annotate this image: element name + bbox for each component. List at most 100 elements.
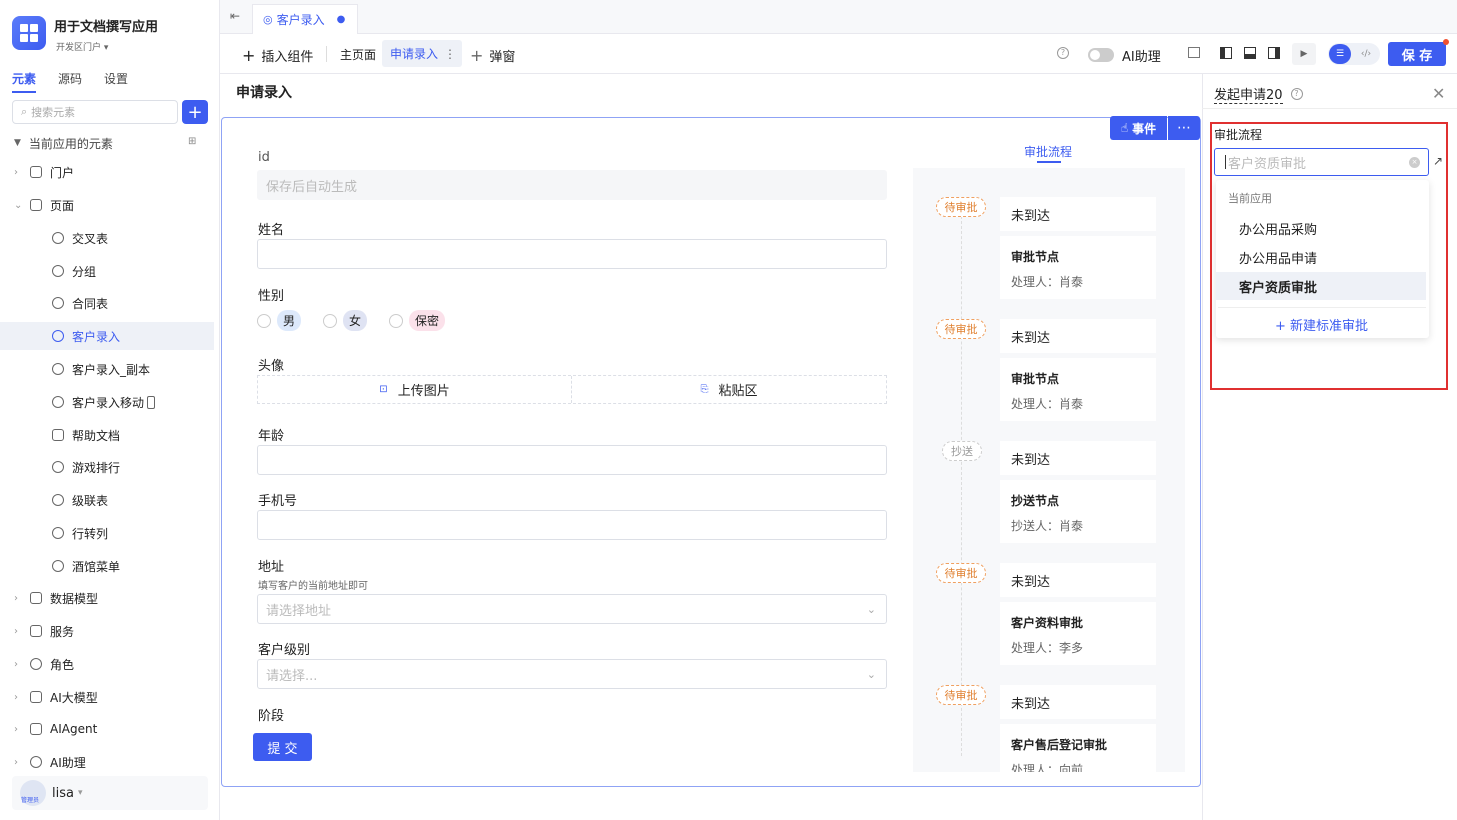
bottom-panel-icon[interactable] <box>1244 47 1256 59</box>
sidebar-item-customer-entry[interactable]: 客户录入 <box>0 322 214 350</box>
sidebar-item-ai-model[interactable]: › AI大模型 <box>0 683 214 711</box>
upload-image-button[interactable]: ⊡ 上传图片 <box>258 376 572 403</box>
item-label: 客户录入_副本 <box>72 362 151 377</box>
sidebar-item-ai-agent[interactable]: › AIAgent <box>0 715 214 743</box>
dropdown-option[interactable]: 办公用品申请 <box>1216 243 1426 271</box>
step-card[interactable]: 抄送节点 抄送人：肖泰 <box>1000 480 1156 543</box>
step-card[interactable]: 客户售后登记审批 处理人：向前 <box>1000 724 1156 772</box>
phone-input[interactable] <box>257 510 887 540</box>
page-icon <box>52 396 64 408</box>
help-icon[interactable]: ? <box>1057 47 1069 59</box>
tab-elements[interactable]: 元素 <box>12 70 37 93</box>
sidebar-item-customer-entry-mobile[interactable]: 客户录入移动 <box>0 388 214 416</box>
sidebar-item-contract[interactable]: 合同表 <box>0 289 214 317</box>
step-state: 未到达 <box>1000 563 1156 597</box>
sidebar-item-customer-entry-copy[interactable]: 客户录入_副本 <box>0 355 214 383</box>
preview-play-icon[interactable]: ▶ <box>1292 43 1316 65</box>
sidebar-item-crosstab[interactable]: 交叉表 <box>0 224 214 252</box>
sidebar-item-tavern-menu[interactable]: 酒馆菜单 <box>0 552 214 580</box>
layout-icon[interactable] <box>1188 47 1200 58</box>
mode-switch[interactable]: ☰ ‹/› <box>1328 43 1380 65</box>
section-header[interactable]: ▼ 当前应用的元素 <box>14 134 113 152</box>
item-label: 服务 <box>50 624 75 639</box>
page-icon <box>52 232 64 244</box>
paste-area[interactable]: ⎘ 粘贴区 <box>572 376 886 403</box>
user-name: lisa <box>52 785 74 801</box>
radio-male[interactable] <box>257 313 271 328</box>
ai-toggle[interactable] <box>1088 48 1114 62</box>
tab-source[interactable]: 源码 <box>58 70 82 87</box>
popup-button[interactable]: + 弹窗 <box>470 46 515 65</box>
sidebar-item-portal[interactable]: › 门户 <box>0 158 214 186</box>
step-card[interactable]: 审批节点 处理人：肖泰 <box>1000 358 1156 421</box>
app-title: 用于文档撰写应用 <box>54 20 159 35</box>
item-label: 交叉表 <box>72 231 109 246</box>
design-mode-icon[interactable]: ☰ <box>1329 44 1351 64</box>
sidebar-item-group[interactable]: 分组 <box>0 257 214 285</box>
option-secret[interactable]: 保密 <box>409 310 446 331</box>
current-page-label: 申请录入 <box>390 47 439 61</box>
save-button[interactable]: 保 存 <box>1388 42 1446 66</box>
ai-assistant-label: AI助理 <box>1122 50 1161 65</box>
user-profile[interactable]: 管理员 lisa ▾ <box>12 776 208 810</box>
clear-icon[interactable]: × <box>1409 156 1420 168</box>
sidebar-item-data-model[interactable]: › 数据模型 <box>0 584 214 612</box>
page-icon <box>52 363 64 375</box>
dropdown-option[interactable]: 办公用品采购 <box>1216 214 1426 242</box>
step-card[interactable]: 客户资料审批 处理人：李多 <box>1000 602 1156 665</box>
caret-down-icon: ▼ <box>14 138 21 148</box>
field-label-name: 姓名 <box>258 223 285 238</box>
sidebar-item-ai-assistant[interactable]: › AI助理 <box>0 748 214 776</box>
section-title: 当前应用的元素 <box>28 136 113 151</box>
radio-secret[interactable] <box>389 313 404 328</box>
collapse-icon[interactable]: ⊞ <box>188 136 196 147</box>
mobile-icon <box>147 395 156 409</box>
address-select[interactable]: 请选择地址 ⌄ <box>257 594 887 624</box>
sidebar-item-cascade[interactable]: 级联表 <box>0 486 214 514</box>
option-male[interactable]: 男 <box>277 310 302 331</box>
sidebar-item-pages[interactable]: ⌄ 页面 <box>0 191 214 219</box>
portal-selector[interactable]: 开发区门户 ▾ <box>56 40 108 53</box>
sidebar-item-help-doc[interactable]: 帮助文档 <box>0 421 214 449</box>
event-button[interactable]: ☝ 事件 <box>1110 116 1167 140</box>
submit-button[interactable]: 提 交 <box>253 733 312 761</box>
panel-header: 发起申请20 ? <box>1214 84 1303 104</box>
sidebar-item-service[interactable]: › 服务 <box>0 617 214 645</box>
approval-tab[interactable]: 审批流程 <box>1024 143 1072 160</box>
flow-line <box>961 216 962 756</box>
left-panel-icon[interactable] <box>1220 47 1232 59</box>
search-input[interactable]: ⌕ 搜索元素 <box>12 100 178 124</box>
dropdown-option-selected[interactable]: 客户资质审批 <box>1216 272 1426 300</box>
sidebar-item-row-col[interactable]: 行转列 <box>0 519 214 547</box>
step-card[interactable]: 审批节点 处理人：肖泰 <box>1000 236 1156 299</box>
current-page-tab[interactable]: 申请录入 ⋮ <box>382 40 462 67</box>
approval-flow-select[interactable]: 客户资质审批 × <box>1214 148 1429 176</box>
name-input[interactable] <box>257 239 887 269</box>
step-state: 未到达 <box>1000 441 1156 475</box>
item-label: 门户 <box>50 165 75 180</box>
option-female[interactable]: 女 <box>343 310 368 331</box>
doc-icon <box>52 429 64 441</box>
collapse-sidebar-icon[interactable]: ⇤ <box>230 9 240 23</box>
external-link-icon[interactable]: ↗ <box>1433 154 1443 168</box>
age-input[interactable] <box>257 445 887 475</box>
code-mode-icon[interactable]: ‹/› <box>1355 44 1377 64</box>
panel-title[interactable]: 发起申请20 <box>1214 84 1283 104</box>
insert-component-button[interactable]: + 插入组件 <box>242 46 313 65</box>
more-vertical-icon[interactable]: ⋮ <box>444 47 456 61</box>
new-approval-link[interactable]: + 新建标准审批 <box>1275 315 1368 334</box>
sidebar-item-game-rank[interactable]: 游戏排行 <box>0 453 214 481</box>
right-panel-icon[interactable] <box>1268 47 1280 59</box>
tab-customer-entry[interactable]: ◎ 客户录入 ● <box>252 4 358 34</box>
tab-settings[interactable]: 设置 <box>104 70 128 87</box>
sidebar-item-role[interactable]: › 角色 <box>0 650 214 678</box>
caret-down-icon: ▾ <box>77 788 83 798</box>
more-icon[interactable]: ⋯ <box>1168 116 1200 140</box>
add-element-button[interactable]: + <box>182 100 208 124</box>
main-page-tab[interactable]: 主页面 <box>340 46 376 63</box>
radio-female[interactable] <box>323 313 338 328</box>
level-select[interactable]: 请选择... ⌄ <box>257 659 887 689</box>
close-icon[interactable]: ✕ <box>1432 84 1445 103</box>
item-label: 角色 <box>50 657 75 672</box>
help-icon[interactable]: ? <box>1290 88 1303 100</box>
